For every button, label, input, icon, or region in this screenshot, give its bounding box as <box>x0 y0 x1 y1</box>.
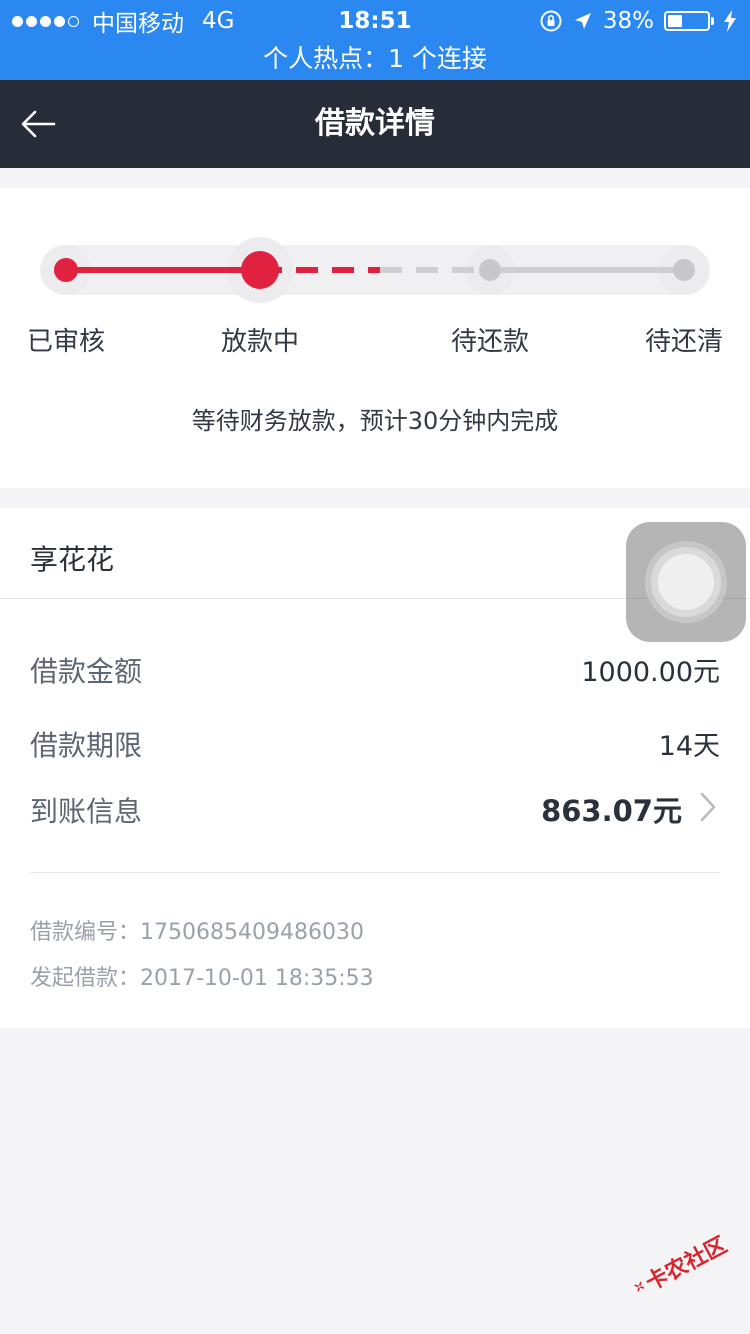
battery-percent: 38% <box>602 8 654 34</box>
arrival-amount-value: 863.07元 <box>541 794 682 828</box>
step-label-paid-off: 待还清 <box>644 327 723 357</box>
battery-icon <box>664 11 714 31</box>
loan-term-row: 借款期限 14天 <box>30 716 720 766</box>
arrival-info-row[interactable]: 到账信息 863.07元 <box>30 782 720 832</box>
step-dot-1 <box>54 258 78 282</box>
loan-amount-value: 1000.00元 <box>581 657 720 688</box>
assistive-touch-button[interactable] <box>626 522 746 642</box>
step-label-to-repay: 待还款 <box>450 327 529 357</box>
chevron-right-icon <box>700 792 716 822</box>
page-title: 借款详情 <box>315 106 435 141</box>
loan-term-label: 借款期限 <box>30 729 143 762</box>
watermark-text: 卡农社区 <box>641 1232 732 1297</box>
step-dot-3 <box>479 259 501 281</box>
divider <box>30 872 720 873</box>
status-bar: 中国移动 4G 18:51 38% 个人热点：1 个连接 <box>0 0 750 80</box>
rotation-lock-icon <box>539 9 563 33</box>
nav-bar: 借款详情 <box>0 80 750 168</box>
step-dot-2 <box>241 251 279 289</box>
assistive-touch-icon <box>658 554 714 610</box>
status-bar-right: 38% <box>529 6 736 36</box>
loan-number: 借款编号：1750685409486030 <box>30 920 364 945</box>
location-arrow-icon <box>573 11 593 31</box>
step-label-approved: 已审核 <box>26 327 105 357</box>
loan-term-value: 14天 <box>658 731 720 762</box>
progress-track <box>40 237 710 303</box>
step-label-disbursing: 放款中 <box>220 327 299 357</box>
product-name: 享花花 <box>30 543 115 576</box>
loan-progress-card: 已审核 放款中 待还款 待还清 等待财务放款，预计30分钟内完成 <box>0 188 750 488</box>
loan-amount-label: 借款金额 <box>30 655 143 688</box>
loan-initiated-time: 发起借款：2017-10-01 18:35:53 <box>30 966 374 991</box>
loan-amount-row: 借款金额 1000.00元 <box>30 642 720 692</box>
step-dot-4 <box>673 259 695 281</box>
charging-bolt-icon <box>724 10 736 32</box>
hotspot-banner[interactable]: 个人热点：1 个连接 <box>0 40 750 80</box>
progress-note: 等待财务放款，预计30分钟内完成 <box>191 407 559 435</box>
watermark: 卡农社区 <box>622 1215 738 1315</box>
arrival-info-label: 到账信息 <box>30 795 143 828</box>
